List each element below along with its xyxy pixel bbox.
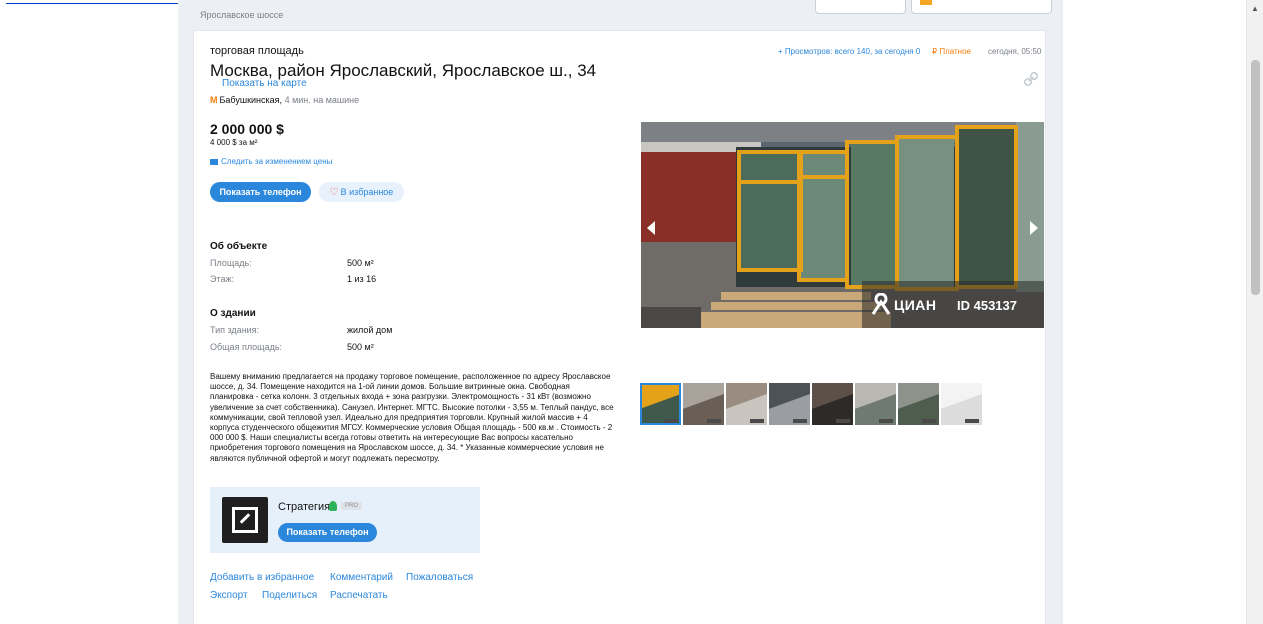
show-map-link[interactable]: Показать на карте xyxy=(222,78,307,89)
gallery-thumbnail[interactable] xyxy=(812,383,853,425)
metro-station[interactable]: Бабушкинская, xyxy=(220,95,283,105)
breadcrumb[interactable]: Ярославское шоссе xyxy=(200,10,283,20)
listing-category: торговая площадь xyxy=(210,45,304,57)
favorite-label: В избранное xyxy=(340,187,394,197)
agent-show-phone-button[interactable]: Показать телефон xyxy=(278,523,377,542)
agent-logo[interactable] xyxy=(222,497,268,543)
gallery-thumbnail[interactable] xyxy=(640,383,681,425)
metro-time: 4 мин. на машине xyxy=(284,95,360,105)
agent-name[interactable]: Стратегия xyxy=(278,501,330,513)
thumbnail-tag xyxy=(750,419,764,423)
area-value: 500 м² xyxy=(347,258,374,268)
thumbnail-tag xyxy=(707,419,721,423)
price-per-m2: 4 000 $ за м² xyxy=(210,138,258,147)
paid-badge: ₽ Платное xyxy=(932,47,971,56)
add-favorite-link[interactable]: Добавить в избранное xyxy=(210,572,314,583)
gallery-thumbnail[interactable] xyxy=(726,383,767,425)
total-area-label: Общая площадь: xyxy=(210,342,283,352)
subscribe-icon xyxy=(920,0,932,5)
thumbnail-tag xyxy=(836,419,850,423)
floor-label: Этаж: xyxy=(210,274,235,284)
gallery-prev-arrow[interactable] xyxy=(647,221,655,235)
gallery-next-arrow[interactable] xyxy=(1030,221,1038,235)
comment-link[interactable]: Комментарий xyxy=(330,572,393,583)
gallery-thumbnail[interactable] xyxy=(683,383,724,425)
building-type-label: Тип здания: xyxy=(210,325,260,335)
area-label: Площадь: xyxy=(210,258,252,268)
follow-price-label: Следить за изменением цены xyxy=(221,157,333,166)
complain-link[interactable]: Пожаловаться xyxy=(406,572,473,583)
thumbnail-tag xyxy=(879,419,893,423)
gallery-thumbnail[interactable] xyxy=(855,383,896,425)
thumbnail-tag xyxy=(922,419,936,423)
export-link[interactable]: Экспорт xyxy=(210,590,248,601)
listing-description: Вашему вниманию предлагается на продажу … xyxy=(210,372,614,463)
subscribe-button[interactable] xyxy=(911,0,1052,14)
envelope-icon xyxy=(210,158,218,165)
total-area-value: 500 м² xyxy=(347,342,374,352)
building-type-value: жилой дом xyxy=(347,325,393,335)
print-link[interactable]: Распечатать xyxy=(330,590,388,601)
thumbnail-tag xyxy=(793,419,807,423)
building-section-title: О здании xyxy=(210,308,256,319)
thumbnail-tag xyxy=(965,419,979,423)
pro-badge: PRO xyxy=(341,502,363,510)
cian-watermark: ЦИАН ID 453137 xyxy=(862,281,1044,328)
share-link[interactable]: Поделиться xyxy=(262,590,317,601)
heart-icon: ♡ xyxy=(329,187,339,198)
scrollbar[interactable]: ▲ xyxy=(1246,0,1263,624)
object-section-title: Об объекте xyxy=(210,241,268,252)
follow-price-link[interactable]: Следить за изменением цены xyxy=(210,157,332,166)
scroll-thumb[interactable] xyxy=(1251,60,1260,295)
cian-brand: ЦИАН xyxy=(894,297,937,313)
thumbnail-tag xyxy=(664,419,678,423)
verified-badge-icon xyxy=(329,501,337,511)
views-stats[interactable]: + Просмотров: всего 140, за сегодня 0 xyxy=(778,47,920,56)
gallery-thumbnail[interactable] xyxy=(898,383,939,425)
show-phone-button[interactable]: Показать телефон xyxy=(210,182,311,202)
floor-value: 1 из 16 xyxy=(347,274,377,284)
favorite-button[interactable]: ♡ В избранное xyxy=(319,182,404,202)
link-icon[interactable] xyxy=(1024,72,1038,86)
agent-card: Стратегия PRO Показать телефон xyxy=(210,487,480,553)
listing-id: ID 453137 xyxy=(957,298,1017,313)
metro-icon: М xyxy=(210,95,218,105)
conditions-button[interactable] xyxy=(815,0,906,14)
price: 2 000 000 $ xyxy=(210,121,284,137)
metro-info: М Бабушкинская, 4 мин. на машине xyxy=(210,95,359,105)
publish-date: сегодня, 05:50 xyxy=(988,47,1042,56)
cian-logo-icon xyxy=(872,293,890,315)
gallery-thumbnail[interactable] xyxy=(941,383,982,425)
gallery-thumbnail[interactable] xyxy=(769,383,810,425)
scroll-up-arrow[interactable]: ▲ xyxy=(1251,4,1259,13)
main-photo[interactable]: ЦИАН ID 453137 xyxy=(641,122,1044,328)
